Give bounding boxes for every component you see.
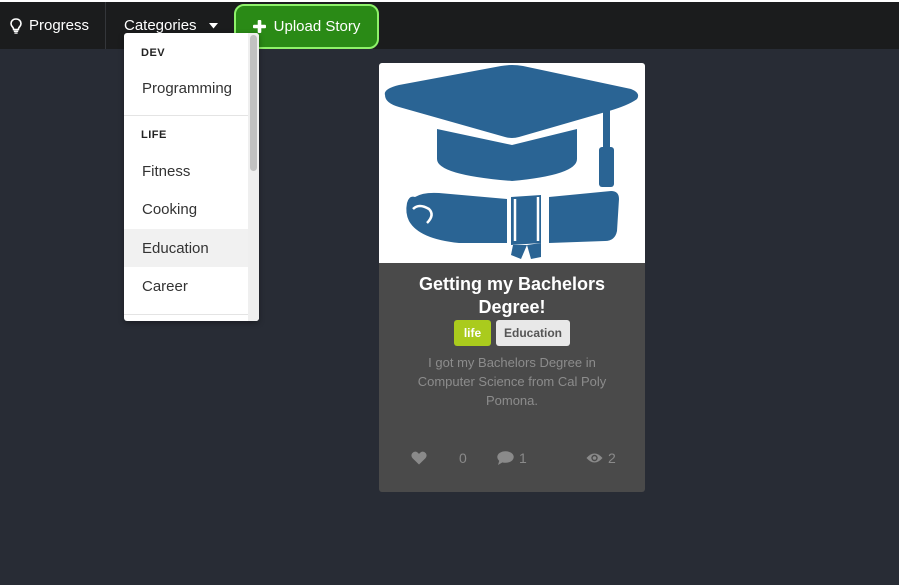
eye-icon: [586, 452, 603, 464]
views: 2: [586, 449, 616, 467]
dropdown-scrollbar[interactable]: [248, 33, 259, 321]
like-count: 0: [459, 450, 467, 466]
caret-down-icon: [208, 22, 218, 29]
story-card[interactable]: Getting my Bachelors Degree! life Educat…: [379, 63, 645, 492]
comment-icon: [497, 451, 514, 465]
dropdown-item-fitness[interactable]: Fitness: [124, 152, 248, 190]
tag-education[interactable]: Education: [496, 320, 570, 346]
graduation-cap-icon: [384, 65, 639, 259]
plus-icon: [252, 20, 266, 33]
like-button[interactable]: [411, 449, 427, 467]
dropdown-header-dev: DEV: [141, 47, 166, 59]
story-title[interactable]: Getting my Bachelors Degree!: [399, 273, 625, 319]
nav-progress-label: Progress: [29, 17, 90, 34]
view-count: 2: [608, 450, 616, 466]
dropdown-divider: [124, 115, 248, 116]
tag-life[interactable]: life: [454, 320, 491, 346]
dropdown-divider: [124, 314, 248, 315]
lightbulb-icon: [10, 17, 22, 34]
comment-button[interactable]: 1: [497, 449, 527, 467]
dropdown-item-education[interactable]: Education: [124, 229, 248, 267]
dropdown-scrollbar-thumb[interactable]: [250, 35, 257, 171]
heart-icon: [411, 451, 427, 465]
dropdown-item-cooking[interactable]: Cooking: [124, 190, 248, 228]
story-description: I got my Bachelors Degree in Computer Sc…: [417, 355, 607, 408]
nav-progress[interactable]: Progress: [0, 2, 106, 49]
dropdown-header-life: LIFE: [141, 129, 167, 141]
nav-categories-label: Categories: [124, 17, 197, 34]
dropdown-item-programming[interactable]: Programming: [124, 69, 248, 107]
comment-count: 1: [519, 450, 527, 466]
story-image[interactable]: [379, 63, 645, 263]
categories-dropdown: DEV Programming LIFE Fitness Cooking Edu…: [124, 33, 259, 321]
upload-story-label: Upload Story: [273, 18, 361, 35]
dropdown-item-career[interactable]: Career: [124, 267, 248, 305]
